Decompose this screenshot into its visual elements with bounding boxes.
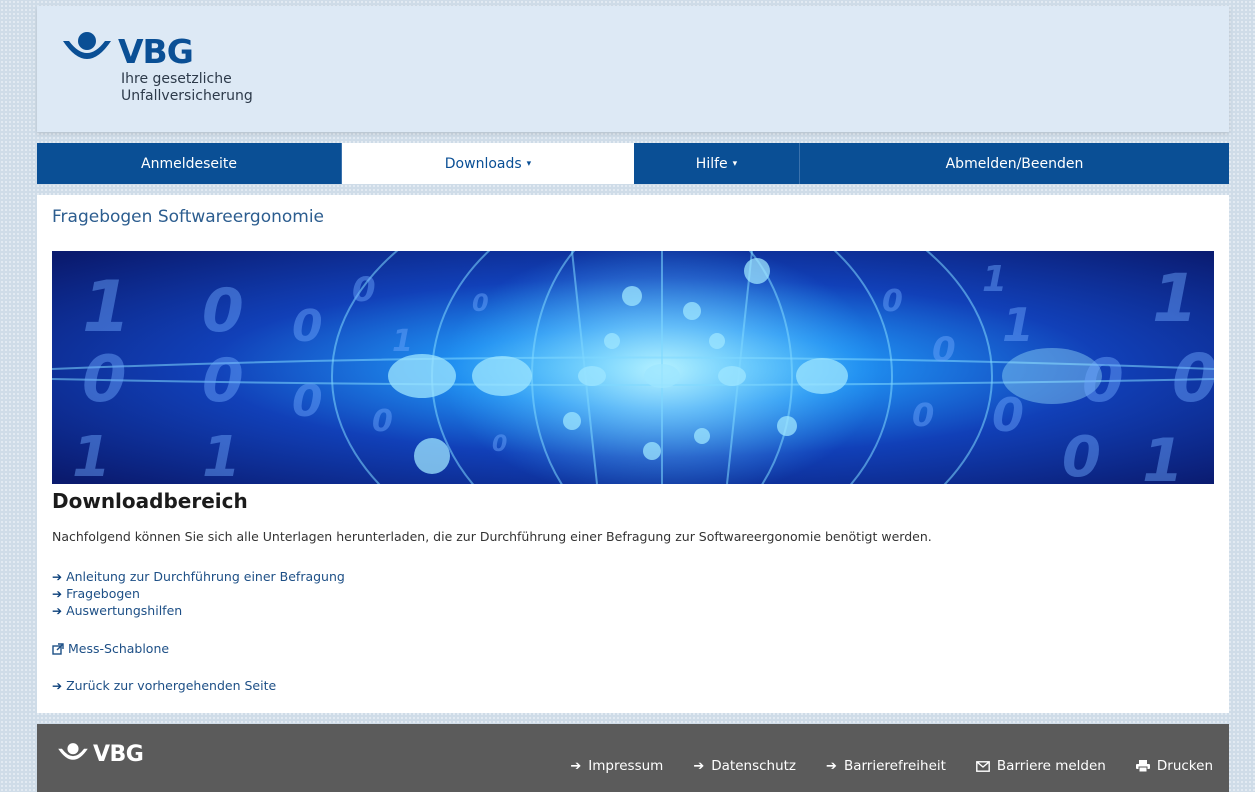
list-item: ➔ Fragebogen bbox=[52, 584, 345, 601]
back-link-row: ➔ Zurück zur vorhergehenden Seite bbox=[52, 675, 276, 694]
svg-text:0: 0 bbox=[492, 432, 507, 457]
nav-item-label: Hilfe bbox=[695, 155, 728, 172]
svg-text:0: 0 bbox=[472, 289, 489, 317]
link-back[interactable]: Zurück zur vorhergehenden Seite bbox=[66, 678, 276, 693]
site-header: VBG Ihre gesetzliche Unfallversicherung bbox=[37, 6, 1229, 132]
logo-text: VBG bbox=[118, 32, 194, 71]
svg-text:1: 1 bbox=[82, 266, 131, 348]
svg-text:1: 1 bbox=[982, 259, 1007, 300]
svg-text:1: 1 bbox=[392, 324, 413, 359]
svg-text:0: 0 bbox=[932, 330, 956, 370]
nav-item-label: Abmelden/Beenden bbox=[945, 155, 1084, 172]
envelope-icon bbox=[976, 760, 990, 772]
footer-link-barrierefreiheit[interactable]: ➔ Barrierefreiheit bbox=[826, 758, 946, 774]
link-auswertungshilfen[interactable]: Auswertungshilfen bbox=[66, 603, 182, 618]
nav-item-hilfe[interactable]: Hilfe ▾ bbox=[634, 143, 800, 184]
arrow-right-icon: ➔ bbox=[52, 587, 63, 601]
footer-link-label: Barriere melden bbox=[996, 758, 1106, 774]
banner-image: 1 0 0 0 1 1 0 0 0 1 0 0 0 0 0 0 1 0 0 0 bbox=[52, 251, 1214, 484]
vbg-logo-mark-icon bbox=[63, 32, 111, 59]
svg-text:0: 0 bbox=[292, 301, 323, 352]
arrow-right-icon: ➔ bbox=[826, 758, 837, 774]
footer-link-barriere-melden[interactable]: Barriere melden bbox=[976, 758, 1106, 774]
site-footer: VBG ➔ Impressum ➔ Datenschutz ➔ Barriere… bbox=[37, 724, 1229, 792]
svg-text:0: 0 bbox=[882, 284, 903, 319]
arrow-right-icon: ➔ bbox=[52, 570, 63, 584]
printer-icon bbox=[1135, 760, 1150, 772]
download-list: ➔ Anleitung zur Durchführung einer Befrag… bbox=[52, 567, 345, 618]
svg-text:0: 0 bbox=[202, 346, 244, 416]
list-item: ➔ Anleitung zur Durchführung einer Befrag… bbox=[52, 567, 345, 584]
footer-logo[interactable]: VBG bbox=[57, 742, 144, 768]
arrow-right-icon: ➔ bbox=[693, 758, 705, 774]
footer-link-label: Datenschutz bbox=[711, 758, 797, 774]
footer-logo-text: VBG bbox=[93, 742, 144, 767]
svg-text:1: 1 bbox=[1002, 298, 1034, 352]
tagline-line1: Ihre gesetzliche bbox=[121, 71, 232, 87]
logo-tagline: Ihre gesetzliche Unfallversicherung bbox=[121, 71, 321, 105]
footer-link-datenschutz[interactable]: ➔ Datenschutz bbox=[693, 758, 796, 774]
svg-text:1: 1 bbox=[72, 425, 111, 484]
svg-text:1: 1 bbox=[1152, 260, 1198, 337]
svg-text:0: 0 bbox=[992, 388, 1024, 442]
binary-network-illustration: 1 0 0 0 1 1 0 0 0 1 0 0 0 0 0 0 1 0 0 0 bbox=[52, 251, 1214, 484]
tagline-line2: Unfallversicherung bbox=[121, 88, 253, 104]
svg-text:0: 0 bbox=[912, 396, 934, 434]
nav-item-label: Downloads bbox=[444, 155, 522, 172]
link-mess-schablone[interactable]: Mess-Schablone bbox=[68, 641, 169, 656]
svg-text:0: 0 bbox=[1062, 425, 1101, 484]
nav-item-label: Anmeldeseite bbox=[141, 155, 237, 172]
svg-text:0: 0 bbox=[1172, 340, 1214, 417]
section-heading: Downloadbereich bbox=[52, 489, 248, 513]
chevron-down-icon: ▾ bbox=[526, 158, 532, 169]
chevron-down-icon: ▾ bbox=[732, 158, 738, 169]
arrow-right-icon: ➔ bbox=[52, 604, 63, 618]
footer-link-label: Drucken bbox=[1156, 758, 1213, 774]
vbg-logo-mark-icon bbox=[58, 743, 88, 760]
main-content: Fragebogen Softwareergonomie 1 0 0 0 1 1… bbox=[37, 195, 1229, 713]
footer-links: ➔ Impressum ➔ Datenschutz ➔ Barrierefrei… bbox=[540, 758, 1213, 774]
svg-text:0: 0 bbox=[352, 270, 376, 310]
list-item: ➔ Auswertungshilfen bbox=[52, 601, 345, 618]
page-title: Fragebogen Softwareergonomie bbox=[52, 207, 325, 227]
svg-text:0: 0 bbox=[202, 276, 244, 346]
svg-text:0: 0 bbox=[372, 404, 393, 439]
arrow-right-icon: ➔ bbox=[52, 679, 63, 693]
footer-link-drucken[interactable]: Drucken bbox=[1135, 758, 1213, 774]
arrow-right-icon: ➔ bbox=[570, 758, 582, 774]
intro-text: Nachfolgend können Sie sich alle Unterla… bbox=[52, 529, 932, 544]
external-link-row: Mess-Schablone bbox=[52, 638, 169, 657]
svg-text:0: 0 bbox=[1082, 346, 1124, 416]
footer-link-label: Barrierefreiheit bbox=[843, 758, 946, 774]
svg-text:1: 1 bbox=[1142, 426, 1184, 484]
link-anleitung[interactable]: Anleitung zur Durchführung einer Befragu… bbox=[66, 569, 345, 584]
main-nav: Anmeldeseite Downloads ▾ Hilfe ▾ Abmelde… bbox=[37, 143, 1229, 184]
footer-link-label: Impressum bbox=[588, 758, 664, 774]
svg-text:1: 1 bbox=[202, 425, 241, 484]
nav-item-abmelden[interactable]: Abmelden/Beenden bbox=[800, 143, 1229, 184]
svg-text:0: 0 bbox=[292, 376, 323, 427]
nav-item-downloads[interactable]: Downloads ▾ bbox=[342, 143, 634, 184]
svg-text:0: 0 bbox=[82, 343, 127, 417]
nav-item-anmeldeseite[interactable]: Anmeldeseite bbox=[37, 143, 342, 184]
link-fragebogen[interactable]: Fragebogen bbox=[66, 586, 140, 601]
footer-link-impressum[interactable]: ➔ Impressum bbox=[570, 758, 663, 774]
external-link-icon bbox=[52, 643, 64, 655]
